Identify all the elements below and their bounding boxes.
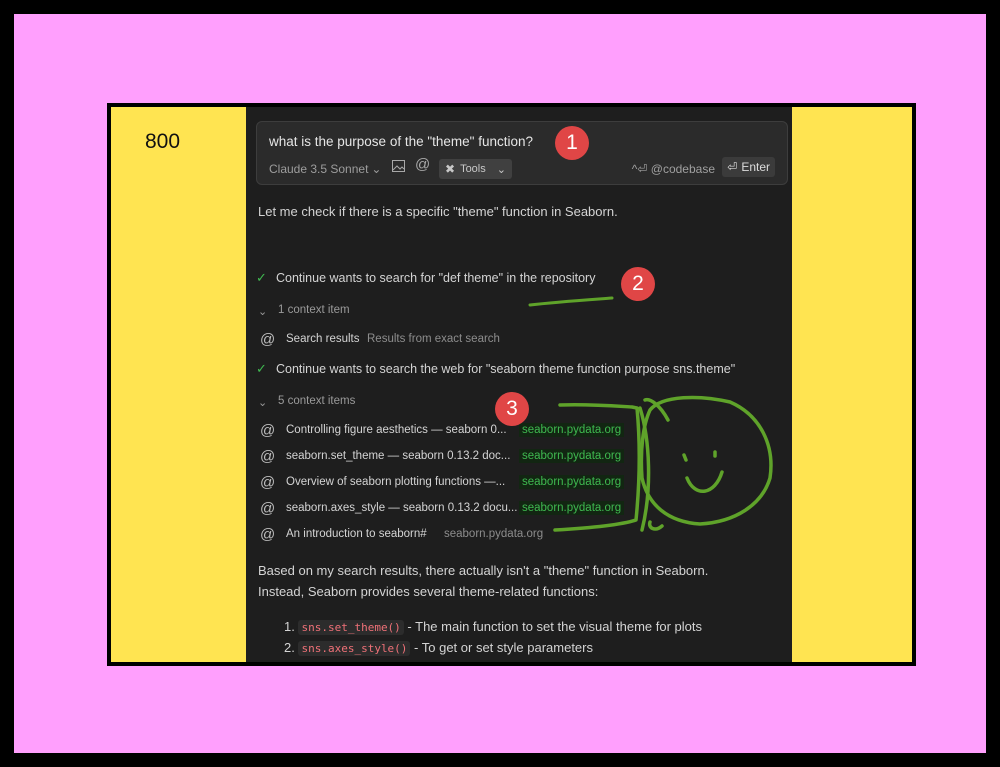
yellow-side-panel-right [792, 107, 912, 662]
image-icon[interactable] [391, 160, 405, 174]
tool-step-2: Continue wants to search the web for "se… [276, 362, 736, 376]
context-item-source: Results from exact search [367, 333, 500, 345]
tools-label: Tools [460, 163, 486, 175]
context-toggle-2[interactable]: 5 context items [278, 395, 355, 407]
at-icon: @ [260, 422, 276, 439]
tools-button[interactable]: ✖ Tools ⌄ [439, 159, 512, 179]
context-item-source: seaborn.pydata.org [519, 501, 625, 515]
at-icon: @ [260, 526, 276, 543]
yellow-side-panel-left [111, 107, 246, 662]
chevron-down-icon: ⌄ [371, 162, 382, 176]
chat-input-box[interactable]: what is the purpose of the "theme" funct… [256, 121, 788, 185]
inline-code: sns.axes_style() [298, 641, 411, 656]
conclusion-line-1: Based on my search results, there actual… [258, 563, 709, 578]
prompt-text[interactable]: what is the purpose of the "theme" funct… [269, 134, 533, 149]
at-icon: @ [260, 474, 276, 491]
context-item-source: seaborn.pydata.org [519, 423, 625, 437]
conclusion-line-2: Instead, Seaborn provides several theme-… [258, 584, 599, 599]
list-item: 1. sns.set_theme() - The main function t… [284, 619, 702, 635]
enter-icon: ⏎ [727, 160, 738, 174]
annotation-badge-2: 2 [621, 267, 655, 301]
context-item-title[interactable]: Controlling figure aesthetics — seaborn … [286, 424, 507, 436]
chat-panel: what is the purpose of the "theme" funct… [246, 107, 792, 662]
checkmark-icon: ✓ [256, 270, 267, 285]
checkmark-icon: ✓ [256, 361, 267, 376]
at-mention-icon[interactable]: @ [415, 157, 430, 172]
context-item-title[interactable]: seaborn.set_theme — seaborn 0.13.2 doc..… [286, 450, 510, 462]
model-label: Claude 3.5 Sonnet [269, 162, 369, 176]
context-item-title[interactable]: Overview of seaborn plotting functions —… [286, 476, 505, 488]
at-icon: @ [260, 331, 276, 348]
chevron-down-icon: ⌄ [496, 163, 506, 176]
chevron-down-icon[interactable]: ⌄ [258, 305, 267, 318]
context-item-source: seaborn.pydata.org [444, 528, 544, 540]
annotation-badge-3: 3 [495, 392, 529, 426]
context-item-title[interactable]: An introduction to seaborn# [286, 528, 427, 540]
list-number: 1. [284, 619, 295, 634]
enter-button[interactable]: ⏎ Enter [722, 157, 775, 177]
context-item-title[interactable]: seaborn.axes_style — seaborn 0.13.2 docu… [286, 502, 517, 514]
context-item-source: seaborn.pydata.org [519, 475, 625, 489]
side-label: 800 [145, 130, 181, 153]
context-toggle-1[interactable]: 1 context item [278, 304, 350, 316]
tools-icon: ✖ [445, 162, 456, 176]
response-intro: Let me check if there is a specific "the… [258, 204, 618, 219]
annotation-badge-1: 1 [555, 126, 589, 160]
list-text: - To get or set style parameters [410, 640, 593, 655]
list-item: 2. sns.axes_style() - To get or set styl… [284, 640, 593, 656]
list-text: - The main function to set the visual th… [403, 619, 702, 634]
list-number: 2. [284, 640, 295, 655]
context-item-title[interactable]: Search results [286, 333, 360, 345]
enter-label: Enter [741, 160, 770, 174]
tool-step-1: Continue wants to search for "def theme"… [276, 271, 596, 285]
codebase-shortcut-hint[interactable]: ^⏎ @codebase [632, 162, 715, 176]
at-icon: @ [260, 448, 276, 465]
chevron-down-icon[interactable]: ⌄ [258, 396, 267, 409]
at-icon: @ [260, 500, 276, 517]
inline-code: sns.set_theme() [298, 620, 404, 635]
context-item-source: seaborn.pydata.org [519, 449, 625, 463]
model-selector[interactable]: Claude 3.5 Sonnet ⌄ [269, 162, 381, 176]
